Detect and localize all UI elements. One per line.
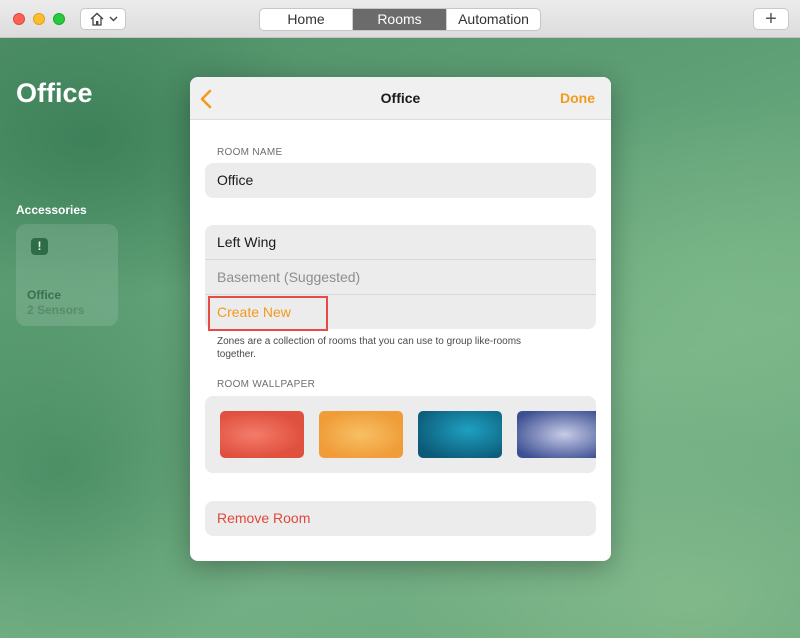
- wallpaper-option-teal[interactable]: [418, 411, 502, 458]
- create-new-highlight: [208, 296, 328, 331]
- room-settings-sheet: Office Done ROOM NAME Office Left Wing B…: [190, 77, 611, 561]
- accessory-name: Office: [27, 288, 62, 302]
- room-title: Office: [16, 78, 93, 108]
- remove-room-button[interactable]: Remove Room: [205, 501, 596, 536]
- wallpaper-option-red[interactable]: [220, 411, 304, 458]
- tab-home[interactable]: Home: [260, 9, 353, 30]
- window-titlebar: Home Rooms Automation +: [0, 0, 800, 38]
- tab-automation[interactable]: Automation: [447, 9, 540, 30]
- sheet-header: Office Done: [190, 77, 611, 120]
- wallpaper-picker: [205, 396, 596, 473]
- wallpaper-option-orange[interactable]: [319, 411, 403, 458]
- accessory-subtitle: 2 Sensors: [27, 303, 85, 317]
- zone-left-wing[interactable]: Left Wing: [205, 225, 596, 259]
- alert-icon: !: [31, 238, 48, 255]
- room-name-input[interactable]: Office: [205, 163, 596, 198]
- home-selector-button[interactable]: [80, 8, 126, 30]
- view-tabs: Home Rooms Automation: [259, 8, 541, 31]
- done-button[interactable]: Done: [560, 90, 595, 106]
- sheet-title: Office: [380, 90, 421, 106]
- close-window-button[interactable]: [13, 13, 25, 25]
- accessory-tile[interactable]: ! Office 2 Sensors: [16, 224, 118, 326]
- house-icon: [90, 12, 103, 26]
- chevron-down-icon: [109, 16, 117, 22]
- zone-basement-suggested[interactable]: Basement (Suggested): [205, 260, 596, 294]
- zones-description: Zones are a collection of rooms that you…: [217, 336, 522, 360]
- accessories-heading: Accessories: [16, 203, 87, 217]
- minimize-window-button[interactable]: [33, 13, 45, 25]
- add-button[interactable]: +: [753, 8, 789, 30]
- room-name-label: ROOM NAME: [217, 147, 283, 158]
- wallpaper-option-blue[interactable]: [517, 411, 596, 458]
- zoom-window-button[interactable]: [53, 13, 65, 25]
- tab-rooms[interactable]: Rooms: [353, 9, 447, 30]
- wallpaper-label: ROOM WALLPAPER: [217, 379, 316, 390]
